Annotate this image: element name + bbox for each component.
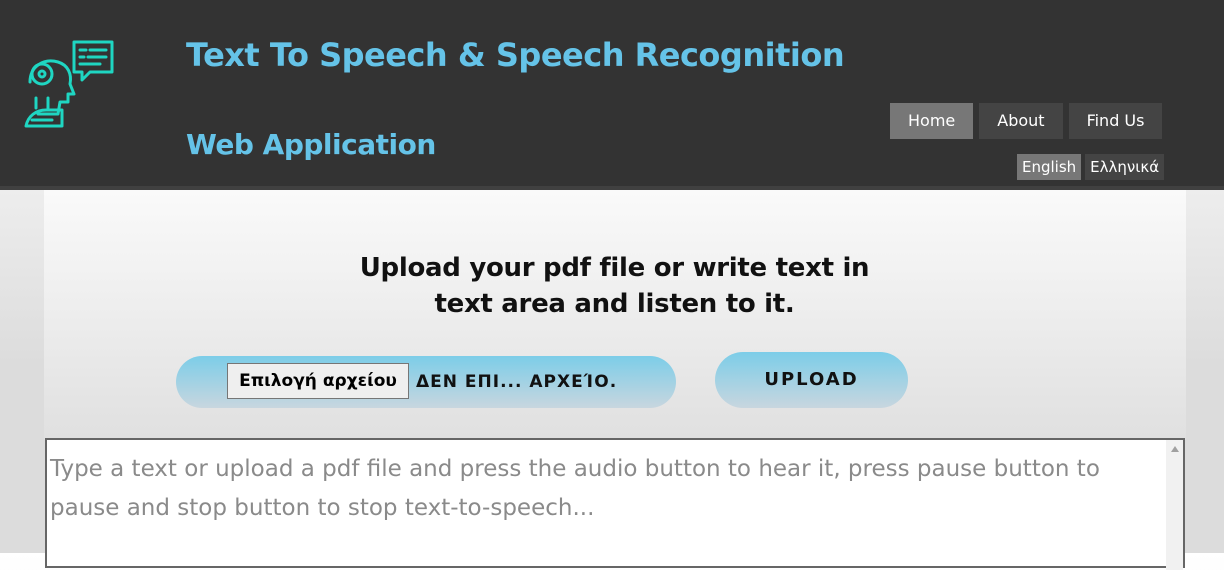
language-greek[interactable]: Ελληνικά [1085, 154, 1165, 180]
nav-find-us[interactable]: Find Us [1068, 103, 1163, 139]
language-english[interactable]: English [1017, 154, 1082, 180]
site-header: Text To Speech & Speech Recognition Web … [0, 0, 1224, 186]
textarea-scrollbar[interactable] [1166, 440, 1183, 570]
file-status-text: ΔΕΝ ΕΠΙ... ΑΡΧΕΊΟ. [416, 372, 618, 392]
upload-heading-line1: Upload your pdf file or write text in [359, 253, 870, 283]
nav-about[interactable]: About [979, 103, 1063, 139]
upload-heading: Upload your pdf file or write text in te… [0, 250, 1224, 322]
file-input: Επιλογή αρχείου ΔΕΝ ΕΠΙ... ΑΡΧΕΊΟ. [176, 356, 676, 408]
site-subtitle: Web Application [186, 128, 436, 161]
text-input-area[interactable]: Type a text or upload a pdf file and pre… [45, 438, 1185, 570]
main-nav: Home About Find Us [890, 103, 1163, 139]
upload-heading-line2: text area and listen to it. [434, 289, 795, 319]
robot-head-with-speech-bubble-icon [24, 40, 114, 128]
choose-file-button[interactable]: Επιλογή αρχείου [227, 363, 409, 399]
nav-home[interactable]: Home [890, 103, 974, 139]
language-switcher: English Ελληνικά [1017, 154, 1165, 180]
text-input-placeholder: Type a text or upload a pdf file and pre… [50, 456, 1100, 521]
upload-button[interactable]: UPLOAD [715, 352, 908, 408]
scroll-up-arrow-icon[interactable] [1171, 446, 1179, 452]
site-title: Text To Speech & Speech Recognition [186, 36, 845, 74]
